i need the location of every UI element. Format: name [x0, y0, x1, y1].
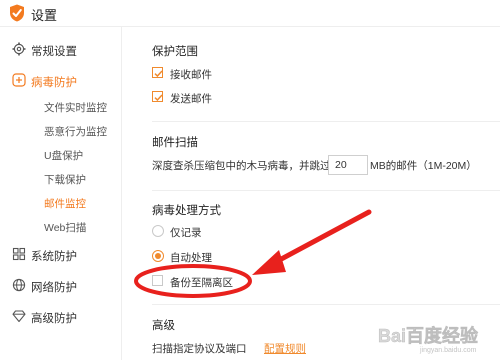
sidebar-item-label: 系统防护	[31, 251, 77, 263]
diamond-icon	[12, 310, 26, 323]
receive-mail-label: 接收邮件	[170, 69, 212, 81]
baidu-jingyan-watermark: Bai百度经验 jingyan.baidu.com	[378, 325, 480, 354]
sidebar-item-label: 网络防护	[31, 282, 77, 294]
sidebar-item-general-settings[interactable]: 常规设置	[0, 39, 121, 61]
send-mail-checkbox[interactable]	[152, 91, 163, 102]
sidebar-item-label: 常规设置	[31, 46, 77, 58]
sidebar-item-label: 病毒防护	[31, 77, 77, 89]
section-title-advanced: 高级	[152, 320, 175, 332]
section-title-protect-scope: 保护范围	[152, 46, 198, 58]
sidebar-item-label: 高级防护	[31, 313, 77, 325]
record-only-radio[interactable]	[152, 225, 164, 237]
sidebar-subitem-behavior-monitor[interactable]: 恶意行为监控	[44, 124, 107, 142]
sidebar-subitem-mail-monitor[interactable]: 邮件监控	[44, 196, 86, 214]
sidebar-subitem-web-scan[interactable]: Web扫描	[44, 220, 86, 238]
max-mail-size-input[interactable]	[328, 155, 368, 175]
checkmark-icon	[154, 94, 163, 102]
backup-quarantine-label: 备份至隔离区	[170, 277, 233, 289]
sidebar-item-advanced-protection[interactable]: 高级防护	[0, 306, 121, 328]
sidebar-item-system-protection[interactable]: 系统防护	[0, 244, 121, 266]
settings-content: 保护范围 接收邮件 发送邮件 邮件扫描 深度查杀压缩包中的木马病毒，并跳过大于 …	[122, 27, 500, 360]
send-mail-label: 发送邮件	[170, 93, 212, 105]
watermark-text: Bai百度经验	[378, 325, 479, 346]
section-title-virus-handling: 病毒处理方式	[152, 205, 221, 217]
backup-quarantine-checkbox[interactable]	[152, 275, 163, 286]
scan-ports-label: 扫描指定协议及端口	[152, 343, 247, 355]
configure-rules-link[interactable]: 配置规则	[264, 341, 306, 356]
divider	[152, 121, 500, 122]
gear-icon	[12, 42, 26, 56]
auto-handle-label: 自动处理	[170, 252, 212, 264]
section-title-mail-scan: 邮件扫描	[152, 137, 198, 149]
mail-scan-description: 深度查杀压缩包中的木马病毒，并跳过大于	[152, 160, 352, 172]
grid-icon	[12, 247, 26, 261]
mail-size-unit-label: MB的邮件（1M-20M）	[370, 160, 477, 172]
sidebar-subitem-download-protection[interactable]: 下载保护	[44, 172, 86, 190]
watermark-subtext: jingyan.baidu.com	[419, 347, 477, 354]
divider	[152, 304, 500, 305]
shield-plus-icon	[12, 73, 26, 87]
divider	[152, 190, 500, 191]
sidebar-subitem-usb-protection[interactable]: U盘保护	[44, 148, 83, 166]
globe-icon	[12, 278, 26, 292]
receive-mail-checkbox[interactable]	[152, 67, 163, 78]
title-bar: 设置	[0, 0, 500, 27]
window-title: 设置	[31, 8, 58, 23]
auto-handle-radio[interactable]	[152, 250, 164, 262]
sidebar-subitem-file-monitor[interactable]: 文件实时监控	[44, 100, 107, 118]
sidebar-item-network-protection[interactable]: 网络防护	[0, 275, 121, 297]
checkmark-icon	[154, 70, 163, 78]
shield-logo-icon	[10, 4, 24, 22]
sidebar: 常规设置 病毒防护 文件实时监控 恶意行为监控 U盘保护 下载保护 邮件监控 W…	[0, 27, 122, 360]
record-only-label: 仅记录	[170, 227, 202, 239]
sidebar-item-virus-protection[interactable]: 病毒防护	[0, 70, 121, 92]
